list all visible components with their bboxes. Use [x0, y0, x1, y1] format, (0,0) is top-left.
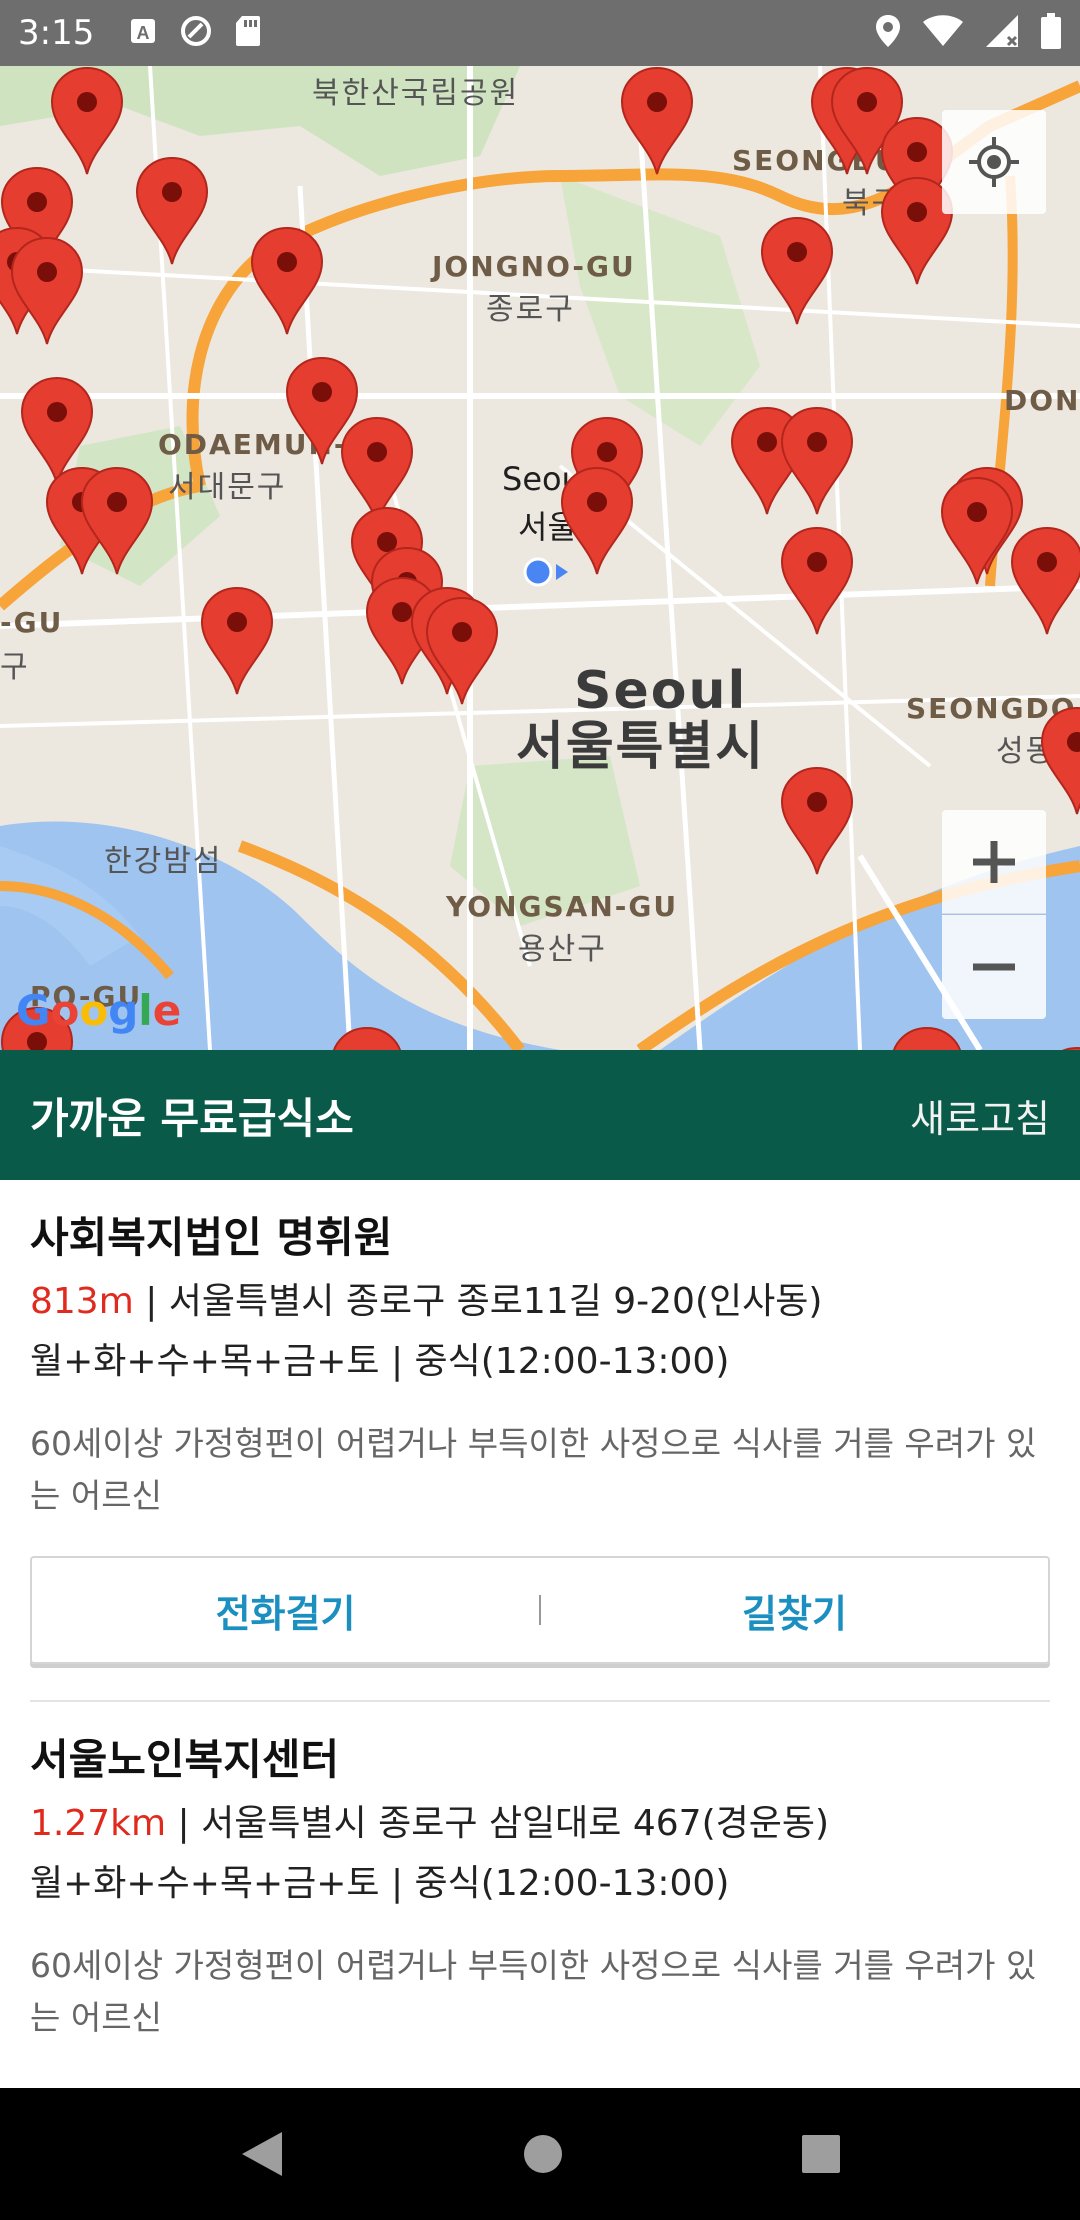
- map-marker[interactable]: [780, 406, 854, 516]
- place-distance: 813m: [30, 1281, 134, 1322]
- map-view[interactable]: 북한산국립공원 JONGNO-GU 종로구 SEONGBU 북구 ODAEMUN…: [0, 66, 1080, 1050]
- place-schedule: 월+화+수+목+금+토 | 중식(12:00-13:00): [30, 1863, 730, 1904]
- keyboard-a-icon: A: [128, 16, 158, 50]
- place-schedule: 월+화+수+목+금+토 | 중식(12:00-13:00): [30, 1341, 730, 1382]
- map-label-seoul-big-en: Seoul: [574, 661, 748, 721]
- place-card[interactable]: 서울노인복지센터 1.27km | 서울특별시 종로구 삼일대로 467(경운동…: [0, 1702, 1080, 2044]
- map-label-yongsan-en: YONGSAN-GU: [446, 890, 679, 923]
- map-label-jongno-ko: 종로구: [486, 292, 575, 327]
- place-distance-address: 813m | 서울특별시 종로구 종로11길 9-20(인사동): [30, 1272, 1050, 1332]
- place-distance: 1.27km: [30, 1803, 167, 1844]
- map-label-gu-left: -GU: [0, 606, 64, 639]
- status-bar: 3:15 A: [0, 0, 1080, 66]
- list-header: 가까운 무료급식소 새로고침: [0, 1050, 1080, 1180]
- map-label-hangang: 한강밤섬: [104, 844, 223, 879]
- call-button[interactable]: 전화걸기: [32, 1583, 539, 1638]
- back-icon[interactable]: [238, 2128, 286, 2180]
- map-label-gu-left-ko: 구: [0, 650, 30, 685]
- place-actions: 전화걸기 길찾기: [30, 1556, 1050, 1664]
- map-marker[interactable]: [10, 236, 84, 346]
- location-icon: [874, 13, 902, 53]
- recents-icon[interactable]: [800, 2133, 842, 2175]
- place-name: 서울노인복지센터: [30, 1735, 340, 1784]
- signal-icon: [984, 13, 1020, 53]
- status-time: 3:15: [18, 13, 95, 53]
- map-label-bukhansan: 북한산국립공원: [312, 76, 520, 111]
- refresh-button[interactable]: 새로고침: [910, 1088, 1050, 1143]
- map-label-jongno-en: JONGNO-GU: [432, 250, 636, 283]
- place-card[interactable]: 사회복지법인 명휘원 813m | 서울특별시 종로구 종로11길 9-20(인…: [0, 1180, 1080, 1702]
- directions-button[interactable]: 길찾기: [541, 1583, 1048, 1638]
- place-distance-address: 1.27km | 서울특별시 종로구 삼일대로 467(경운동): [30, 1794, 1050, 1854]
- google-logo: Google: [16, 986, 182, 1035]
- map-marker[interactable]: [890, 1026, 964, 1050]
- minus-icon: [973, 963, 1015, 971]
- map-marker[interactable]: [425, 596, 499, 706]
- map-marker[interactable]: [760, 216, 834, 326]
- my-location-button[interactable]: [942, 110, 1046, 214]
- map-marker[interactable]: [1040, 706, 1080, 816]
- map-label-yongsan-ko: 용산구: [518, 932, 607, 967]
- navigation-bar: [0, 2088, 1080, 2220]
- map-marker[interactable]: [200, 586, 274, 696]
- place-name: 사회복지법인 명휘원: [30, 1213, 393, 1262]
- map-marker[interactable]: [620, 66, 694, 176]
- map-label-seodaemun-ko: 서대문구: [168, 470, 287, 505]
- map-marker[interactable]: [135, 156, 209, 266]
- sd-card-icon: [234, 14, 262, 52]
- map-marker[interactable]: [940, 476, 1014, 586]
- map-marker[interactable]: [780, 766, 854, 876]
- map-marker[interactable]: [330, 1026, 404, 1050]
- plus-icon: [973, 840, 1015, 883]
- wifi-icon: [922, 14, 964, 52]
- place-description: 60세이상 가정형편이 어렵거나 부득이한 사정으로 식사를 거를 우려가 있는…: [30, 1424, 1037, 1515]
- map-marker[interactable]: [1010, 526, 1080, 636]
- map-marker[interactable]: [80, 466, 154, 576]
- map-marker[interactable]: [560, 466, 634, 576]
- battery-icon: [1040, 12, 1062, 54]
- list-title: 가까운 무료급식소: [30, 1093, 354, 1143]
- sync-icon: [178, 13, 214, 53]
- home-icon[interactable]: [521, 2132, 565, 2176]
- zoom-in-button[interactable]: [942, 810, 1046, 914]
- map-marker[interactable]: [250, 226, 324, 336]
- crosshair-icon: [969, 137, 1019, 187]
- svg-text:A: A: [137, 23, 150, 43]
- place-address: | 서울특별시 종로구 삼일대로 467(경운동): [166, 1803, 830, 1844]
- place-address: | 서울특별시 종로구 종로11길 9-20(인사동): [133, 1281, 823, 1322]
- map-label-seoul-big-ko: 서울특별시: [516, 717, 766, 777]
- place-list[interactable]: 사회복지법인 명휘원 813m | 서울특별시 종로구 종로11길 9-20(인…: [0, 1180, 1080, 2088]
- place-description: 60세이상 가정형편이 어렵거나 부득이한 사정으로 식사를 거를 우려가 있는…: [30, 1946, 1037, 2037]
- map-label-don: DON: [1004, 384, 1080, 417]
- map-marker[interactable]: [780, 526, 854, 636]
- map-marker[interactable]: [50, 66, 124, 176]
- zoom-out-button[interactable]: [942, 915, 1046, 1019]
